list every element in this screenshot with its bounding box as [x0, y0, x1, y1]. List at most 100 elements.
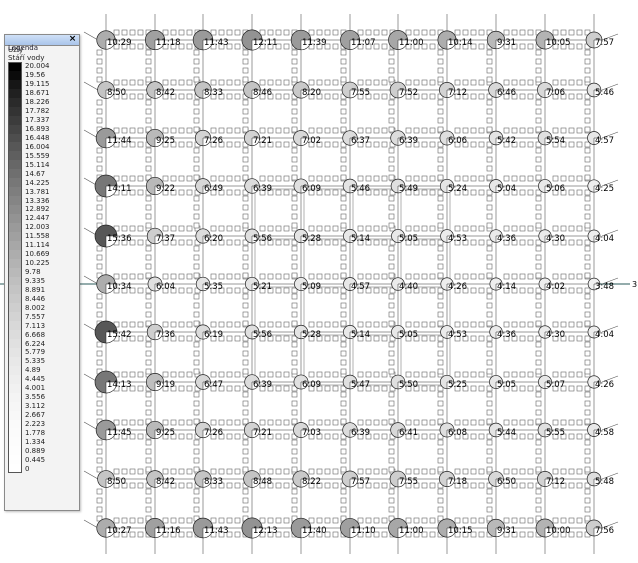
house-box [462, 29, 469, 36]
network-map[interactable]: 3 10:29 11:18 11:43 12:11 11:39 11:07 11:00 10:1… [0, 0, 638, 563]
house-box [381, 225, 388, 232]
house-box [145, 448, 152, 455]
house-box [275, 29, 282, 36]
house-box [210, 419, 217, 426]
house-box [388, 400, 395, 407]
house-box [242, 204, 249, 211]
house-box [340, 108, 347, 115]
legend-scale-row: 18.671 [8, 88, 74, 98]
house-box [96, 147, 103, 154]
house-box [373, 239, 380, 246]
house-box [576, 482, 583, 489]
house-box [242, 457, 249, 464]
house-box [454, 468, 461, 475]
legend-value: 1.334 [25, 437, 46, 446]
house-box [584, 195, 591, 202]
house-box [340, 67, 347, 74]
node-age-label: 4:57 [595, 136, 614, 146]
house-box [291, 311, 298, 318]
house-box [470, 385, 477, 392]
house-box [535, 409, 542, 416]
house-box [560, 371, 567, 378]
house-box [584, 126, 591, 133]
house-box [429, 189, 436, 196]
close-icon[interactable]: × [68, 35, 77, 44]
house-box [291, 400, 298, 407]
legend-scale-row: 10.225 [8, 258, 74, 268]
house-box [242, 263, 249, 270]
node-age-label: 5:14 [351, 234, 370, 244]
node-age-label: 7:21 [253, 136, 272, 146]
house-box [470, 225, 477, 232]
house-box [381, 175, 388, 182]
house-box [316, 29, 323, 36]
house-box [332, 79, 339, 86]
house-box [332, 433, 339, 440]
house-box [421, 79, 428, 86]
house-box [365, 419, 372, 426]
house-box [226, 239, 233, 246]
legend-scale-row: 12.892 [8, 205, 74, 214]
house-box [242, 488, 249, 495]
legend-scale-row: 0 [8, 464, 74, 474]
house-box [162, 175, 169, 182]
house-box [503, 371, 510, 378]
house-box [381, 79, 388, 86]
house-box [486, 302, 493, 309]
house-box [178, 225, 185, 232]
house-box [486, 67, 493, 74]
house-box [437, 263, 444, 270]
node-age-label: 5:48 [595, 477, 614, 487]
house-box [234, 468, 241, 475]
house-box [218, 127, 225, 134]
legend-titlebar[interactable]: Legenda × [5, 35, 79, 52]
legend-value: 9.335 [25, 276, 46, 285]
node-age-label: 11:43 [204, 526, 229, 536]
house-box [193, 49, 200, 56]
house-box [535, 49, 542, 56]
house-box [584, 302, 591, 309]
house-box [584, 272, 591, 279]
node-age-label: 5:46 [351, 184, 370, 194]
legend-value: 9.78 [25, 268, 41, 277]
house-box [226, 385, 233, 392]
house-box [535, 341, 542, 348]
house-box [96, 350, 103, 357]
house-box [519, 287, 526, 294]
house-box [568, 517, 575, 524]
house-box [316, 79, 323, 86]
house-box [535, 239, 542, 246]
house-box [511, 419, 518, 426]
house-box [340, 506, 347, 513]
house-box [584, 350, 591, 357]
legend-value: 6.224 [25, 339, 46, 348]
legend-value: 16.448 [25, 133, 50, 142]
node-age-label: 10:05 [546, 38, 571, 48]
legend-scale-row: 3.112 [8, 401, 74, 411]
node-age-label: 6:37 [351, 136, 370, 146]
house-box [145, 117, 152, 124]
house-box [584, 439, 591, 446]
node-age-label: 11:44 [107, 136, 132, 146]
legend-window[interactable]: Legenda × Uzly Stáří vody 20.004 19.56 19.… [4, 34, 80, 511]
node-age-label: 6:47 [204, 380, 223, 390]
house-box [242, 497, 249, 504]
house-box [193, 156, 200, 163]
node-age-label: 4:04 [595, 234, 614, 244]
legend-swatch [8, 160, 22, 170]
house-box [535, 506, 542, 513]
house-box [242, 156, 249, 163]
house-box [283, 287, 290, 294]
node-age-label: 6:50 [497, 477, 516, 487]
house-box [96, 67, 103, 74]
node-age-label: 7:37 [156, 234, 175, 244]
house-box [437, 488, 444, 495]
house-box [373, 385, 380, 392]
node-age-label: 9:22 [156, 184, 175, 194]
house-box [178, 385, 185, 392]
house-box [381, 93, 388, 100]
house-box [210, 79, 217, 86]
house-box [437, 350, 444, 357]
house-box [308, 419, 315, 426]
legend-swatch [8, 321, 22, 331]
